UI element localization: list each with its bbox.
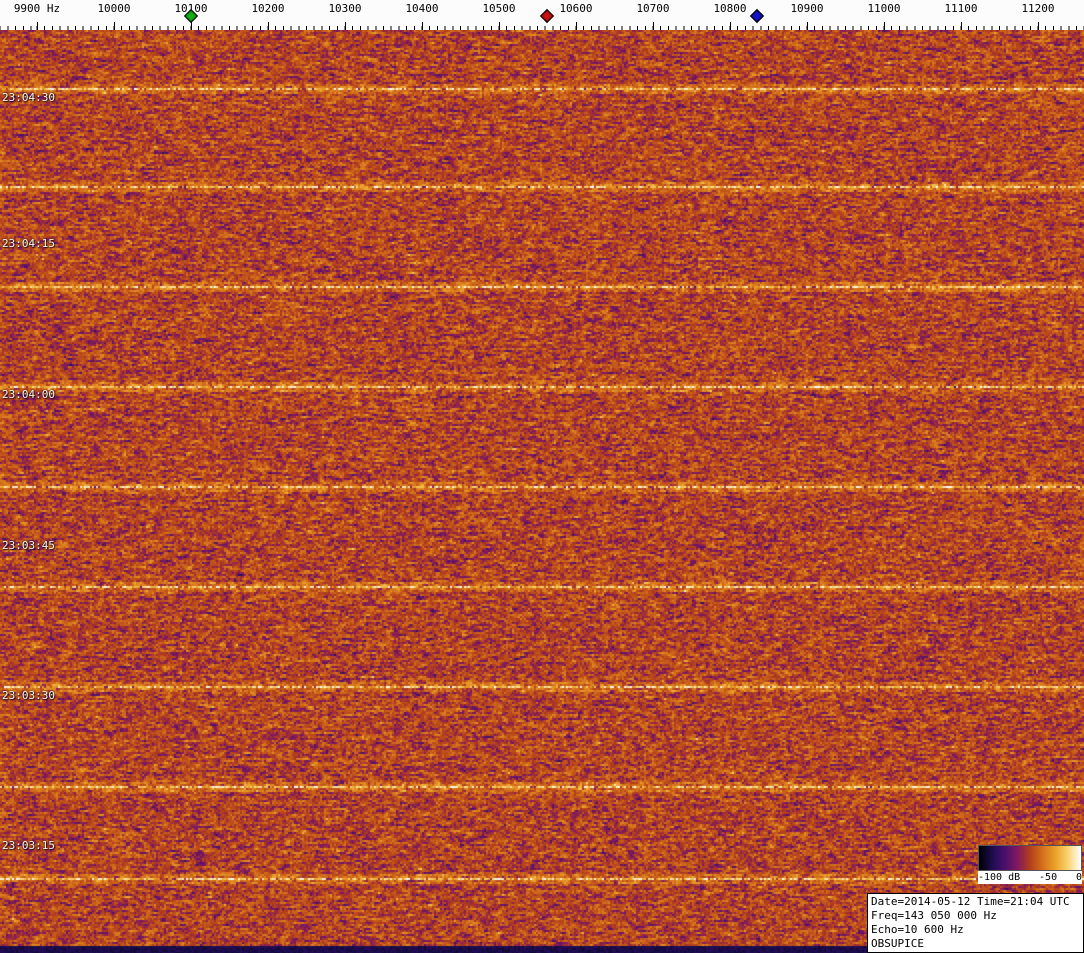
waterfall-area: 23:04:30 23:04:15 23:04:00 23:03:45 23:03:30… xyxy=(0,30,1084,953)
freq-tick-label: 10400 xyxy=(405,2,439,15)
info-station-line: OBSUPICE xyxy=(871,937,924,950)
legend-max-label: 0 xyxy=(1075,872,1082,883)
freq-tick-label: 10600 xyxy=(559,2,593,15)
freq-tick-label: 11200 xyxy=(1021,2,1055,15)
freq-tick-label: 10900 xyxy=(790,2,824,15)
colorbar-labels: -100 dB -50 0 xyxy=(978,871,1082,884)
freq-tick-label: 9900 Hz xyxy=(13,2,61,15)
freq-tick-label: 10000 xyxy=(97,2,131,15)
info-freq-line: Freq=143 050 000 Hz xyxy=(871,909,997,922)
time-label: 23:03:15 xyxy=(2,839,55,852)
info-echo-line: Echo=10 600 Hz xyxy=(871,923,964,936)
freq-tick-label: 11000 xyxy=(867,2,901,15)
time-label: 23:03:30 xyxy=(2,689,55,702)
spectrogram-canvas xyxy=(0,30,1084,953)
freq-tick-label: 10200 xyxy=(251,2,285,15)
freq-tick-label: 11100 xyxy=(944,2,978,15)
time-label: 23:04:15 xyxy=(2,237,55,250)
freq-tick-label: 10700 xyxy=(636,2,670,15)
time-label: 23:03:45 xyxy=(2,539,55,552)
info-date-line: Date=2014-05-12 Time=21:04 UTC xyxy=(871,895,1070,908)
freq-tick-label: 10500 xyxy=(482,2,516,15)
time-label: 23:04:00 xyxy=(2,388,55,401)
spectrogram-app: 9900 Hz100001010010200103001040010500106… xyxy=(0,0,1084,953)
colorbar-gradient xyxy=(978,845,1082,871)
info-box: Date=2014-05-12 Time=21:04 UTC Freq=143 … xyxy=(867,893,1084,953)
colorbar-legend: -100 dB -50 0 xyxy=(978,845,1082,884)
freq-tick-label: 10300 xyxy=(328,2,362,15)
frequency-axis: 9900 Hz100001010010200103001040010500106… xyxy=(0,0,1084,31)
legend-min-label: -100 dB xyxy=(978,872,1021,883)
time-label: 23:04:30 xyxy=(2,91,55,104)
legend-mid-label: -50 xyxy=(1039,872,1058,883)
